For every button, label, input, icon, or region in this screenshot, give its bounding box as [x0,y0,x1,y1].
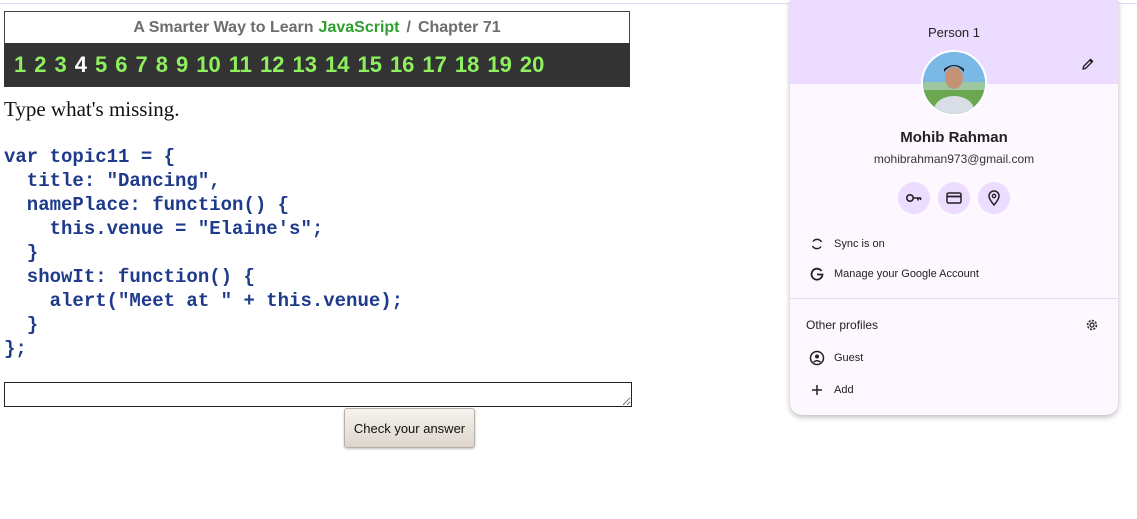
exercise-link-3[interactable]: 3 [55,52,67,78]
google-g-icon [807,267,827,281]
exercise-link-13[interactable]: 13 [292,52,316,78]
plus-icon [807,384,827,396]
answer-input[interactable] [4,382,632,407]
exercise-link-20[interactable]: 20 [520,52,544,78]
avatar-photo [923,52,985,114]
exercise-link-18[interactable]: 18 [455,52,479,78]
manage-account-label: Manage your Google Account [834,268,979,280]
exercise-link-8[interactable]: 8 [156,52,168,78]
add-profile-row[interactable]: Add [790,376,1118,404]
location-pin-icon [988,190,1000,207]
exercise-link-4[interactable]: 4 [75,52,87,78]
exercise-link-6[interactable]: 6 [115,52,127,78]
chapter-label: Chapter 71 [417,18,501,36]
add-label: Add [834,384,854,396]
exercise-link-15[interactable]: 15 [357,52,381,78]
check-answer-button[interactable]: Check your answer [344,408,475,448]
exercise-link-9[interactable]: 9 [176,52,188,78]
sync-status-row[interactable]: Sync is on [790,230,1118,258]
sync-label: Sync is on [834,238,885,250]
code-listing: var topic11 = { title: "Dancing", namePl… [4,146,404,360]
exercise-link-19[interactable]: 19 [487,52,511,78]
gear-icon[interactable] [1084,317,1100,333]
exercise-link-17[interactable]: 17 [422,52,446,78]
exercise-link-16[interactable]: 16 [390,52,414,78]
exercise-link-10[interactable]: 10 [196,52,220,78]
exercise-link-1[interactable]: 1 [14,52,26,78]
guest-account-icon [807,350,827,366]
credit-card-icon [946,192,962,204]
profile-title: Person 1 [927,25,981,40]
exercise-instruction: Type what's missing. [4,97,180,121]
exercise-link-7[interactable]: 7 [136,52,148,78]
key-icon [905,194,922,203]
guest-label: Guest [834,352,864,364]
other-profiles-heading: Other profiles [806,318,879,332]
sync-icon [807,237,827,251]
exercise-number-nav: 1 2 3 4 5 6 7 8 9 10 11 12 13 14 15 16 17 18 19 20 [4,43,630,87]
exercise-link-5[interactable]: 5 [95,52,107,78]
user-email: mohibrahman973@gmail.com [873,152,1035,166]
exercise-link-2[interactable]: 2 [34,52,46,78]
payment-methods-button[interactable] [938,182,970,214]
avatar[interactable] [921,50,987,116]
language-label: JavaScript [318,18,400,36]
addresses-button[interactable] [978,182,1010,214]
passwords-button[interactable] [898,182,930,214]
header-separator: / [406,18,411,36]
user-name: Mohib Rahman [900,129,1008,146]
edit-pencil-icon[interactable] [1080,56,1096,72]
profile-popup: Person 1 Mohib Rahman mohibrahman973@gma… [790,0,1118,415]
exercise-link-11[interactable]: 11 [229,52,252,78]
guest-profile-row[interactable]: Guest [790,344,1118,372]
exercise-link-12[interactable]: 12 [260,52,284,78]
book-title: A Smarter Way to Learn [133,18,314,36]
exercise-link-14[interactable]: 14 [325,52,349,78]
exercise-header: A Smarter Way to Learn JavaScript / Chap… [4,11,630,43]
manage-account-row[interactable]: Manage your Google Account [790,260,1118,288]
popup-divider [790,298,1118,299]
